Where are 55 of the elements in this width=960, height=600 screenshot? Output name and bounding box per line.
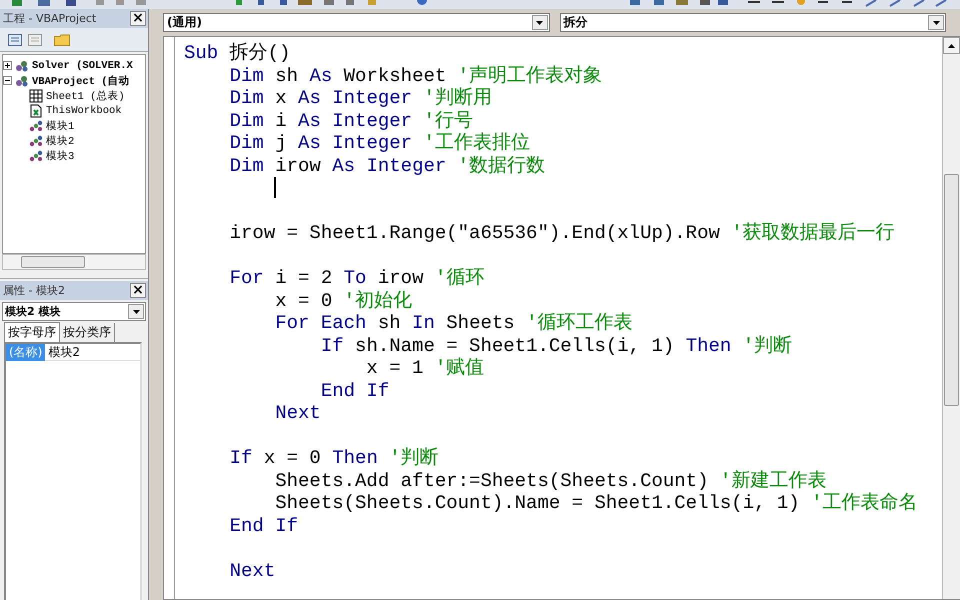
panel-title: 属性 - 模块2 — [3, 283, 65, 298]
panel-title: 工程 - VBAProject — [3, 11, 96, 26]
expand-icon[interactable] — [3, 61, 12, 70]
scroll-up-icon[interactable] — [948, 44, 955, 48]
view-object-icon[interactable] — [28, 34, 42, 46]
project-icon — [15, 58, 29, 72]
object-dropdown[interactable]: (通用) — [163, 13, 550, 32]
code-line: For Each sh In Sheets '循环工作表 — [274, 312, 634, 334]
vertical-scrollbar[interactable] — [942, 37, 960, 599]
dropdown-arrow-icon — [132, 310, 140, 314]
code-line: For i = 2 To irow '循环 — [228, 267, 486, 290]
code-line: irow = Sheet1.Range("a65536").End(xlUp).Row '获取数据最后一行 — [228, 222, 896, 244]
project-icon — [15, 74, 29, 88]
procedure-dropdown[interactable]: 拆分 — [560, 13, 946, 32]
tree-item[interactable]: Sheet1 (总表) — [46, 88, 125, 102]
module-icon — [29, 118, 43, 132]
code-line: Sheets.Add after:=Sheets(Sheets.Count) '新建工作表 — [274, 470, 828, 492]
close-button[interactable]: × — [130, 11, 146, 26]
module-icon — [29, 134, 43, 148]
sheet-icon — [29, 88, 43, 102]
text-cursor — [274, 177, 276, 198]
code-line: End If — [320, 380, 390, 402]
code-line: Dim i As Integer '行号 — [228, 110, 474, 132]
dropdown-arrow-icon — [932, 20, 940, 24]
code-line: If x = 0 Then '判断 — [228, 447, 440, 470]
collapse-icon[interactable] — [3, 76, 12, 85]
tree-item[interactable]: 模块2 — [46, 134, 74, 148]
code-line: Next — [274, 402, 322, 424]
module-icon — [29, 148, 43, 162]
tree-item[interactable]: 模块3 — [46, 148, 74, 162]
dropdown-arrow-icon — [536, 20, 543, 24]
workbook-icon — [29, 104, 43, 118]
code-line: x = 1 '赋值 — [365, 357, 486, 380]
object-name: 模块2 模块 — [5, 304, 60, 319]
code-line: Dim irow As Integer '数据行数 — [228, 154, 546, 177]
tree-item[interactable]: ThisWorkbook — [46, 104, 122, 116]
code-line: Dim sh As Worksheet '声明工作表对象 — [228, 64, 604, 87]
tree-item[interactable]: 模块1 — [46, 118, 74, 132]
object-dropdown[interactable]: 模块2 模块 — [2, 302, 146, 321]
code-line: If sh.Name = Sheet1.Cells(i, 1) Then '判断 — [320, 334, 794, 357]
property-value[interactable]: 模块2 — [45, 344, 80, 360]
code-line: x = 0 '初始化 — [274, 290, 414, 312]
code-line: Dim x As Integer '判断用 — [228, 87, 493, 110]
close-button[interactable]: × — [130, 283, 146, 298]
tab[interactable]: 按字母序 — [4, 322, 60, 342]
tree-item[interactable]: VBAProject (自动 — [32, 74, 130, 88]
code-line: End If — [228, 514, 300, 537]
view-code-icon[interactable] — [8, 34, 22, 46]
horizontal-scrollbar[interactable] — [2, 254, 146, 270]
code-line: Next — [228, 560, 276, 582]
code-line: Sub 拆分() — [184, 42, 292, 64]
code-line: Sheets(Sheets.Count).Name = Sheet1.Cells(i, 1) '工作表命名 — [274, 492, 919, 514]
tree-item[interactable]: Solver (SOLVER.X — [32, 60, 133, 72]
code-line: Dim j As Integer '工作表排位 — [228, 132, 531, 154]
folder-icon[interactable] — [54, 34, 70, 46]
